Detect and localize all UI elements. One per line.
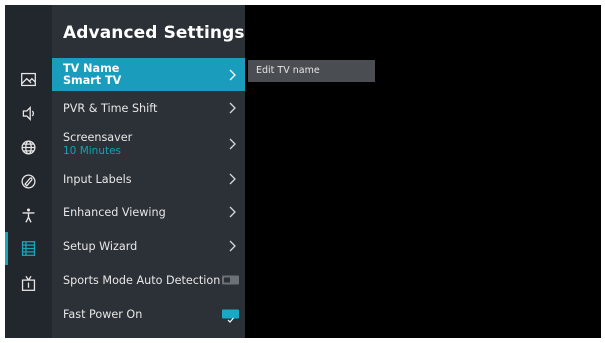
- tv-icon[interactable]: [5, 267, 52, 300]
- active-category-indicator: [5, 232, 8, 265]
- chevron-right-icon: [229, 240, 236, 252]
- menu-item-label: Setup Wizard: [63, 239, 138, 253]
- category-icon-bar: [5, 5, 52, 338]
- accessibility-icon[interactable]: [5, 199, 52, 232]
- chevron-right-icon: [229, 173, 236, 185]
- menu-item-label: Sports Mode Auto Detection: [63, 273, 221, 287]
- page-title: Advanced Settings: [63, 23, 245, 43]
- picture-icon[interactable]: [5, 63, 52, 96]
- menu-item-label: Screensaver: [63, 130, 133, 144]
- menu-item-label: Fast Power On: [63, 307, 143, 321]
- checkmark-icon: [227, 317, 234, 323]
- menu-item-enhanced-viewing[interactable]: Enhanced Viewing: [52, 196, 245, 228]
- menu-item-label: PVR & Time Shift: [63, 101, 158, 115]
- menu-item-label: Input Labels: [63, 172, 132, 186]
- chevron-right-icon: [229, 138, 236, 150]
- menu-item-sports-mode-auto-detection[interactable]: Sports Mode Auto Detection: [52, 264, 245, 296]
- menu-item-fast-power-on[interactable]: Fast Power On: [52, 298, 245, 330]
- sports-mode-toggle[interactable]: [222, 275, 239, 285]
- menu-item-pvr-time-shift[interactable]: PVR & Time Shift: [52, 93, 245, 123]
- menu-item-screensaver[interactable]: Screensaver 10 Minutes: [52, 125, 245, 163]
- menu-item-tv-name[interactable]: TV Name Smart TV: [52, 58, 245, 91]
- menu-item-label: Enhanced Viewing: [63, 205, 166, 219]
- chevron-right-icon: [229, 69, 236, 80]
- menu-item-input-labels[interactable]: Input Labels: [52, 163, 245, 195]
- menu-item-value: Smart TV: [63, 73, 122, 87]
- sound-icon[interactable]: [5, 97, 52, 130]
- chevron-right-icon: [229, 206, 236, 218]
- menu-item-value: 10 Minutes: [63, 144, 122, 157]
- remote-icon[interactable]: [5, 165, 52, 198]
- advanced-settings-icon[interactable]: [5, 232, 52, 265]
- menu-item-setup-wizard[interactable]: Setup Wizard: [52, 230, 245, 262]
- network-icon[interactable]: [5, 131, 52, 164]
- fast-power-on-toggle[interactable]: [222, 309, 239, 323]
- tv-settings-screen: Advanced Settings TV Name Smart TV PVR &…: [5, 5, 601, 338]
- chevron-right-icon: [229, 102, 236, 114]
- menu-item-label: TV Name: [63, 61, 120, 75]
- advanced-settings-panel: Advanced Settings TV Name Smart TV PVR &…: [52, 5, 245, 338]
- tv-name-tooltip: Edit TV name: [248, 60, 375, 82]
